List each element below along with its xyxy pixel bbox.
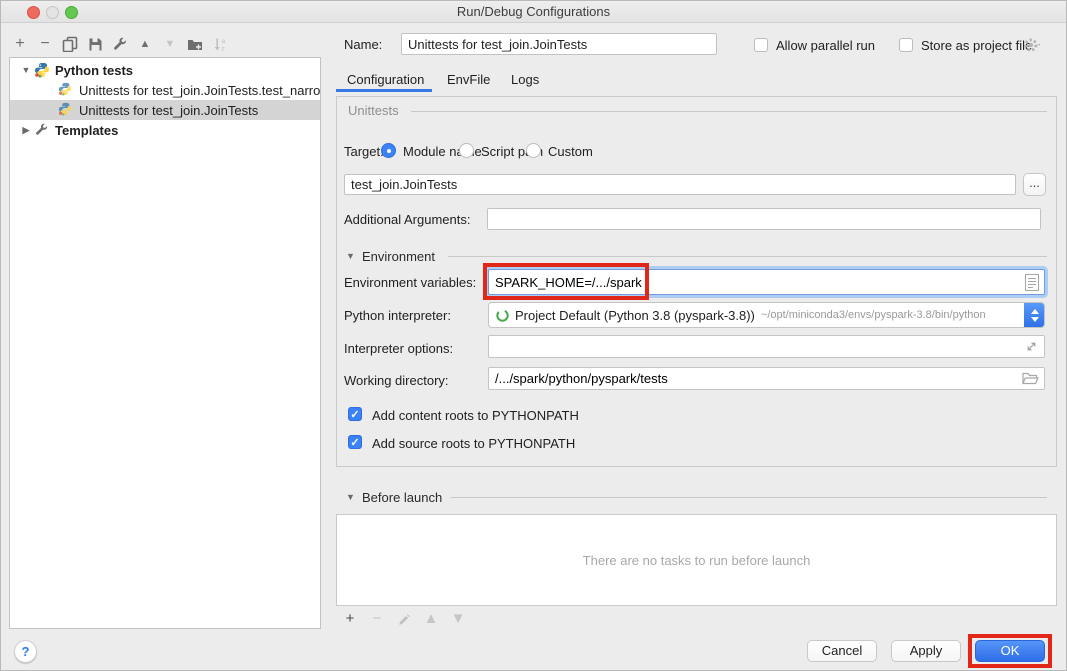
save-icon [88, 37, 103, 52]
configurations-tree: ▼ Python tests [9, 57, 321, 629]
python-interpreter-path: ~/opt/miniconda3/envs/pyspark-3.8/bin/py… [761, 309, 986, 321]
python-test-icon [58, 102, 74, 118]
radio-module-name[interactable] [381, 143, 396, 158]
copy-configuration-icon[interactable] [62, 36, 78, 52]
add-configuration-icon[interactable]: + [12, 36, 28, 52]
unittests-group-title: Unittests [348, 103, 399, 118]
chevron-up-icon [1031, 309, 1039, 314]
working-directory-label: Working directory: [344, 373, 449, 388]
browse-module-button[interactable]: ... [1023, 173, 1046, 196]
before-launch-tasks-box: There are no tasks to run before launch [336, 514, 1057, 606]
wrench-icon [113, 37, 128, 52]
before-launch-divider [451, 497, 1047, 498]
environment-variables-input[interactable] [489, 270, 1044, 294]
before-launch-title: Before launch [362, 490, 442, 505]
tree-node-label: Unittests for test_join.JoinTests.test_n… [79, 83, 320, 98]
tree-node-label: Python tests [55, 63, 133, 78]
move-up-icon[interactable]: ▲ [137, 36, 153, 52]
tree-node-templates[interactable]: ▶ Templates [10, 120, 320, 140]
environment-variables-field [488, 269, 1045, 295]
tab-logs[interactable]: Logs [511, 72, 539, 87]
task-up-icon: ▲ [423, 611, 439, 627]
working-directory-input[interactable] [489, 368, 1044, 389]
new-folder-icon[interactable] [187, 36, 203, 52]
sort-az-icon: a z [213, 37, 228, 52]
svg-text:a: a [221, 38, 225, 45]
tree-node-label: Unittests for test_join.JoinTests [79, 103, 258, 118]
task-down-icon: ▼ [450, 611, 466, 627]
radio-custom-label: Custom [548, 144, 593, 159]
move-down-icon: ▼ [162, 36, 178, 52]
tree-node-label: Templates [55, 123, 118, 138]
no-tasks-message: There are no tasks to run before launch [583, 553, 811, 568]
cancel-button[interactable]: Cancel [807, 640, 877, 662]
run-debug-configurations-dialog: Run/Debug Configurations + − ▲ ▼ [0, 0, 1067, 671]
additional-arguments-label: Additional Arguments: [344, 212, 470, 227]
environment-section-title: Environment [362, 249, 435, 264]
before-launch-toolbar: + − ▲ ▼ [342, 611, 466, 627]
allow-parallel-run-label: Allow parallel run [776, 38, 875, 53]
store-options-gear-icon[interactable] [1023, 37, 1043, 53]
tab-configuration[interactable]: Configuration [347, 72, 424, 87]
interpreter-options-label: Interpreter options: [344, 341, 453, 356]
expand-field-icon[interactable] [1024, 339, 1039, 354]
conda-env-icon [495, 308, 510, 323]
group-divider [411, 111, 1047, 112]
tree-node-python-tests[interactable]: ▼ Python tests [10, 60, 320, 80]
interpreter-options-field [488, 335, 1045, 358]
target-label: Target: [344, 144, 384, 159]
store-as-project-file-checkbox[interactable] [899, 38, 913, 52]
chevron-down-icon[interactable]: ▼ [20, 65, 32, 75]
help-button[interactable]: ? [14, 640, 37, 663]
tree-node-jointests-selected[interactable]: Unittests for test_join.JoinTests [10, 100, 320, 120]
configurations-toolbar: + − ▲ ▼ [12, 33, 228, 55]
python-test-icon [58, 82, 74, 98]
chevron-right-icon[interactable]: ▶ [20, 125, 32, 136]
add-task-icon[interactable]: + [342, 611, 358, 627]
save-configuration-icon[interactable] [87, 36, 103, 52]
module-name-input[interactable] [344, 174, 1016, 195]
tree-node-test-narrow[interactable]: Unittests for test_join.JoinTests.test_n… [10, 80, 320, 100]
store-as-project-file-label: Store as project file [921, 38, 1032, 53]
working-directory-field [488, 367, 1045, 390]
interpreter-options-input[interactable] [489, 336, 1044, 357]
additional-arguments-input[interactable] [487, 208, 1041, 230]
remove-task-icon: − [369, 611, 385, 627]
remove-configuration-icon[interactable]: − [37, 36, 53, 52]
python-interpreter-label: Python interpreter: [344, 308, 451, 323]
window-title: Run/Debug Configurations [1, 4, 1066, 19]
templates-wrench-icon [34, 122, 50, 138]
apply-button[interactable]: Apply [891, 640, 961, 662]
add-source-roots-checkbox[interactable]: ✓ [348, 435, 362, 449]
name-label: Name: [344, 37, 382, 52]
combo-stepper[interactable] [1024, 302, 1045, 328]
edit-task-icon [396, 611, 412, 627]
add-content-roots-label: Add content roots to PYTHONPATH [372, 408, 579, 423]
allow-parallel-run-checkbox[interactable] [754, 38, 768, 52]
folder-icon[interactable] [1022, 371, 1039, 386]
environment-variables-label: Environment variables: [344, 275, 476, 290]
tab-envfile[interactable]: EnvFile [447, 72, 490, 87]
chevron-down-icon [1031, 317, 1039, 322]
active-tab-underline [336, 89, 432, 92]
sort-configurations-icon: a z [212, 36, 228, 52]
python-interpreter-combo[interactable]: Project Default (Python 3.8 (pyspark-3.8… [488, 302, 1045, 328]
ok-button[interactable]: OK [975, 640, 1045, 662]
name-input[interactable] [401, 33, 717, 55]
svg-text:z: z [221, 45, 224, 52]
before-launch-collapse-icon[interactable]: ▼ [346, 492, 355, 502]
folder-plus-icon [187, 37, 203, 52]
title-bar: Run/Debug Configurations [1, 1, 1066, 23]
add-content-roots-checkbox[interactable]: ✓ [348, 407, 362, 421]
edit-templates-icon[interactable] [112, 36, 128, 52]
add-source-roots-label: Add source roots to PYTHONPATH [372, 436, 575, 451]
radio-custom[interactable] [526, 143, 541, 158]
radio-script-path[interactable] [459, 143, 474, 158]
copy-icon [62, 36, 78, 52]
environment-divider [448, 256, 1047, 257]
env-vars-list-icon[interactable] [1025, 274, 1039, 291]
python-interpreter-value: Project Default (Python 3.8 (pyspark-3.8… [515, 308, 755, 323]
environment-collapse-icon[interactable]: ▼ [346, 251, 355, 261]
python-tests-icon [34, 62, 50, 78]
